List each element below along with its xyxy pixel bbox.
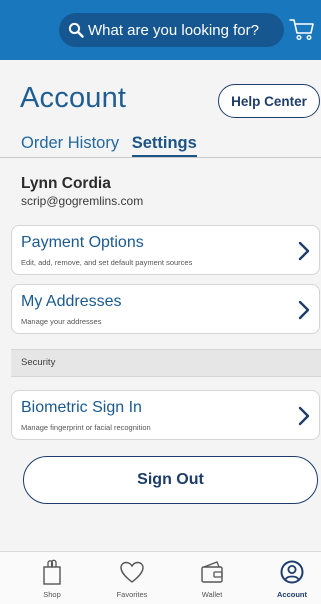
nav-label: Shop — [43, 590, 61, 599]
wallet-icon — [201, 561, 223, 583]
search-icon — [68, 22, 84, 38]
my-addresses-card[interactable]: My Addresses Manage your addresses — [11, 284, 320, 334]
tab-settings[interactable]: Settings — [131, 134, 197, 157]
user-email: scrip@gogremlins.com — [21, 194, 144, 208]
chevron-right-icon — [298, 300, 310, 320]
card-subtitle: Edit, add, remove, and set default payme… — [21, 258, 193, 267]
chevron-right-icon — [298, 406, 310, 426]
help-center-button[interactable]: Help Center — [218, 84, 320, 118]
search-placeholder: What are you looking for? — [88, 21, 259, 39]
nav-account[interactable]: Account — [262, 558, 321, 599]
search-input[interactable]: What are you looking for? — [59, 13, 284, 47]
card-subtitle: Manage fingerprint or facial recognition — [21, 423, 151, 432]
sign-out-button[interactable]: Sign Out — [23, 456, 318, 504]
biometric-sign-in-card[interactable]: Biometric Sign In Manage fingerprint or … — [11, 390, 320, 440]
account-icon — [280, 560, 304, 584]
nav-label: Favorites — [116, 590, 148, 599]
nav-label: Account — [277, 590, 307, 599]
user-name: Lynn Cordia — [21, 175, 111, 192]
chevron-right-icon — [298, 241, 310, 261]
heart-icon — [120, 561, 144, 583]
tab-order-history[interactable]: Order History — [21, 134, 119, 153]
card-title: Biometric Sign In — [21, 399, 142, 416]
account-tabs: Order History Settings — [21, 134, 197, 157]
payment-options-card[interactable]: Payment Options Edit, add, remove, and s… — [11, 225, 320, 275]
nav-label: Wallet — [201, 590, 223, 599]
cart-icon[interactable] — [289, 17, 315, 41]
top-bar: What are you looking for? — [0, 0, 321, 60]
nav-wallet[interactable]: Wallet — [182, 558, 242, 599]
card-title: My Addresses — [21, 293, 122, 310]
bag-icon — [43, 559, 61, 585]
section-label: Security — [21, 357, 56, 368]
page-title: Account — [20, 82, 127, 114]
card-title: Payment Options — [21, 234, 144, 251]
security-section-header: Security — [11, 349, 321, 377]
nav-favorites[interactable]: Favorites — [102, 558, 162, 599]
nav-shop[interactable]: Shop — [22, 558, 82, 599]
card-subtitle: Manage your addresses — [21, 317, 102, 326]
bottom-nav: Shop Favorites Wallet Account — [0, 551, 321, 604]
tabs-divider — [0, 157, 321, 158]
